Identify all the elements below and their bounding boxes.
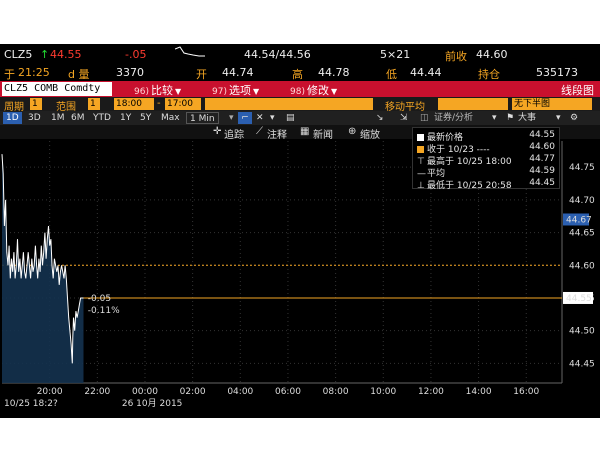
legend-box: 最新价格 44.55 收于 10/23 ---- 44.60 ⊤ 最高于 10/2… bbox=[412, 127, 560, 191]
x-tick-label: 02:00 bbox=[180, 387, 206, 397]
x-tick-label: 22:00 bbox=[84, 387, 110, 397]
legend-value: 44.60 bbox=[529, 142, 555, 152]
x-tick-label: 08:00 bbox=[323, 387, 349, 397]
legend-value: 44.77 bbox=[529, 154, 555, 164]
x-tick-label: 12:00 bbox=[418, 387, 444, 397]
price-chart[interactable]: 44.75 44.70 44.65 44.60 44.55 44.50 44.45 20:00… bbox=[0, 44, 600, 418]
legend-value: 44.55 bbox=[529, 130, 555, 140]
date-stamp: 10/25 18:2? bbox=[4, 399, 58, 409]
x-tick-label: 10:00 bbox=[370, 387, 396, 397]
x-tick-label: 16:00 bbox=[513, 387, 539, 397]
legend-low: ⊥ 最低于 10/25 20:58 bbox=[417, 178, 512, 191]
x-tick-label: 14:00 bbox=[466, 387, 492, 397]
last-price-marker-label: 44.55 bbox=[566, 294, 592, 304]
change-pct-label: -0.11% bbox=[88, 306, 120, 316]
last-marker-label: 44.67 bbox=[566, 215, 592, 225]
change-label: -0.05 bbox=[88, 294, 111, 304]
legend-value: 44.45 bbox=[529, 178, 555, 188]
legend-swatch bbox=[417, 134, 424, 141]
y-tick-label: 44.70 bbox=[569, 196, 595, 206]
y-tick-label: 44.45 bbox=[569, 359, 595, 369]
y-tick-label: 44.75 bbox=[569, 163, 595, 173]
legend-label: 最低于 10/25 20:58 bbox=[427, 181, 512, 191]
chart-window: CLZ5 ↑ 44.55 -.05 44.54/44.56 5×21 前收 44… bbox=[0, 44, 600, 418]
legend-value: 44.59 bbox=[529, 166, 555, 176]
x-tick-label: 20:00 bbox=[37, 387, 63, 397]
x-tick-label: 04:00 bbox=[227, 387, 253, 397]
y-tick-label: 44.60 bbox=[569, 261, 595, 271]
x-axis-date-label: 26 10月 2015 bbox=[122, 398, 183, 409]
y-tick-label: 44.65 bbox=[569, 229, 595, 239]
low-marker-icon: ⊥ bbox=[417, 181, 425, 191]
x-tick-label: 00:00 bbox=[132, 387, 158, 397]
y-tick-label: 44.50 bbox=[569, 327, 595, 337]
legend-swatch bbox=[417, 146, 424, 153]
x-tick-label: 06:00 bbox=[275, 387, 301, 397]
